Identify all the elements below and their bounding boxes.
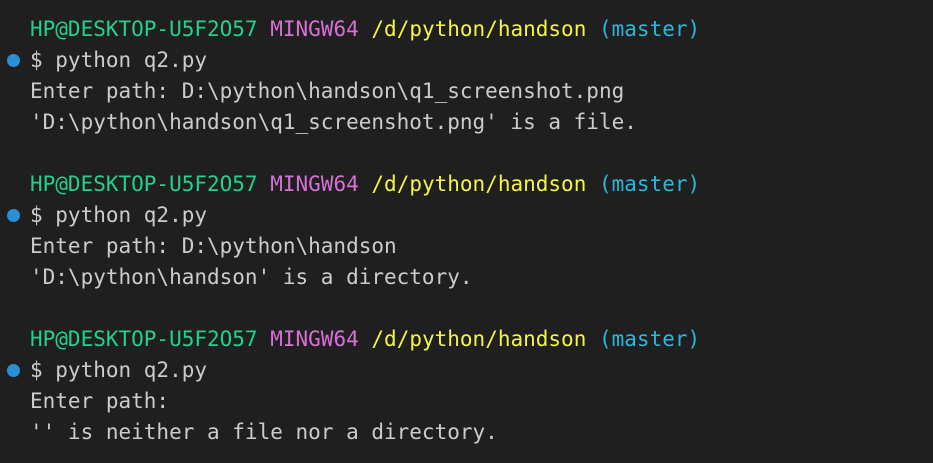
output-line: Enter path: D:\python\handson\q1_screens… [30, 79, 625, 103]
command-text: $ python q2.py [30, 358, 208, 382]
prompt-user-host: HP@DESKTOP-U5F2O57 [30, 17, 258, 41]
command-decoration-dot-icon[interactable] [7, 209, 20, 222]
prompt-path: /d/python/handson [371, 172, 587, 196]
command-line: $ python q2.py [0, 355, 933, 386]
terminal-panel[interactable]: HP@DESKTOP-U5F2O57 MINGW64 /d/python/han… [0, 0, 933, 463]
command-line: $ python q2.py [0, 200, 933, 231]
output-line: Enter path: [30, 389, 170, 413]
prompt-line: HP@DESKTOP-U5F2O57 MINGW64 /d/python/han… [0, 14, 933, 45]
command-line: $ python q2.py [0, 45, 933, 76]
prompt-system: MINGW64 [270, 17, 359, 41]
prompt-line: HP@DESKTOP-U5F2O57 MINGW64 /d/python/han… [0, 324, 933, 355]
prompt-system: MINGW64 [270, 327, 359, 351]
prompt-path: /d/python/handson [371, 17, 587, 41]
command-decoration-dot-icon[interactable] [7, 54, 20, 67]
output-line: 'D:\python\handson' is a directory. [30, 265, 473, 289]
prompt-branch: (master) [599, 327, 701, 351]
output-line: 'D:\python\handson\q1_screenshot.png' is… [30, 110, 637, 134]
prompt-user-host: HP@DESKTOP-U5F2O57 [30, 172, 258, 196]
prompt-branch: (master) [599, 172, 701, 196]
output-line: Enter path: D:\python\handson [30, 234, 397, 258]
prompt-path: /d/python/handson [371, 327, 587, 351]
output-line: '' is neither a file nor a directory. [30, 420, 498, 444]
command-decoration-dot-icon[interactable] [7, 364, 20, 377]
command-text: $ python q2.py [30, 203, 208, 227]
prompt-user-host: HP@DESKTOP-U5F2O57 [30, 327, 258, 351]
prompt-system: MINGW64 [270, 172, 359, 196]
prompt-line: HP@DESKTOP-U5F2O57 MINGW64 /d/python/han… [0, 169, 933, 200]
command-text: $ python q2.py [30, 48, 208, 72]
prompt-branch: (master) [599, 17, 701, 41]
